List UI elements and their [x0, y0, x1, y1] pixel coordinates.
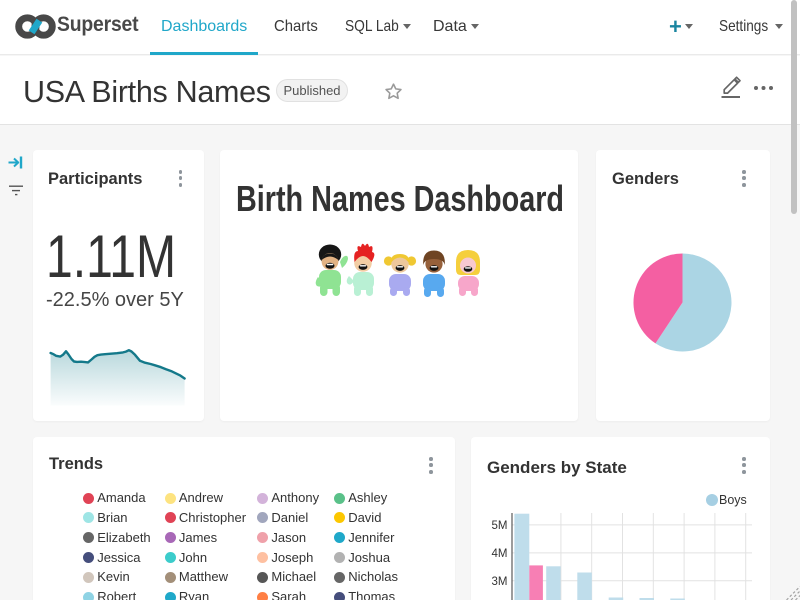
svg-text:5M: 5M — [492, 520, 508, 532]
svg-text:3M: 3M — [492, 576, 508, 588]
svg-text:4M: 4M — [492, 548, 508, 560]
